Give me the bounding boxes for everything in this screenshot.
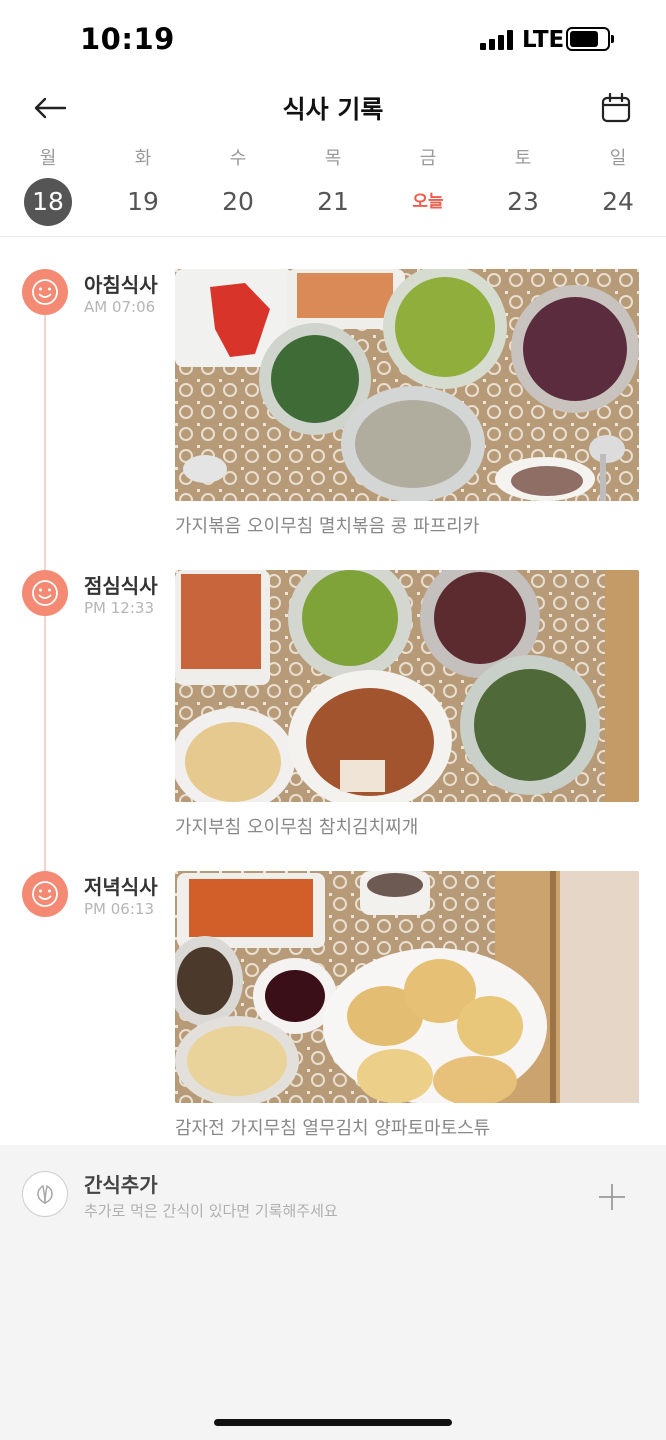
day-sat[interactable]: 토 23 [488,138,558,234]
plus-icon [599,1184,625,1210]
today-label: 오늘 [412,192,444,212]
meal-title: 저녁식사 [84,875,158,899]
day-date: 20 [222,187,254,216]
smile-icon [22,570,68,616]
meal-photo[interactable] [175,871,639,1103]
snack-subtitle: 추가로 먹은 간식이 있다면 기록해주세요 [84,1202,338,1220]
smile-icon [22,269,68,315]
day-of-week: 수 [229,148,247,169]
meal-title: 아침식사 [84,273,158,297]
meal-time: PM 06:13 [84,900,154,918]
meal-time: PM 12:33 [84,599,154,617]
meal-photo[interactable] [175,269,639,501]
day-tue[interactable]: 화 19 [108,138,178,234]
day-date: 18 [24,178,72,226]
day-sun[interactable]: 일 24 [583,138,653,234]
page-title: 식사 기록 [282,95,384,124]
day-date: 24 [602,187,634,216]
day-date: 23 [507,187,539,216]
header: 식사 기록 [0,80,666,136]
meal-time: AM 07:06 [84,298,156,316]
day-of-week: 금 [419,148,437,169]
leaf-icon [22,1171,68,1217]
day-wed[interactable]: 수 20 [203,138,273,234]
status-bar: 10:19 LTE [0,0,666,80]
meal-menu: 감자전 가지무침 열무김치 양파토마토스튜 [175,1118,491,1139]
divider [0,236,666,237]
meal-menu: 가지부침 오이무침 참치김치찌개 [175,817,419,838]
signal-icon [480,30,514,50]
meal-photo[interactable] [175,570,639,802]
add-snack-button[interactable] [590,1175,634,1219]
day-fri-today[interactable]: 금 오늘 [393,138,463,234]
week-strip: 월 18 화 19 수 20 목 21 금 오늘 토 23 일 24 [0,138,666,234]
day-date: 19 [127,187,159,216]
day-of-week: 토 [514,148,532,169]
battery-icon [566,27,614,51]
day-thu[interactable]: 목 21 [298,138,368,234]
meal-title: 점심식사 [84,574,158,598]
day-of-week: 일 [609,148,627,169]
meal-menu: 가지볶음 오이무침 멸치볶음 콩 파프리카 [175,516,480,537]
calendar-button[interactable] [596,88,636,128]
day-of-week: 화 [134,148,152,169]
network-label: LTE [522,27,565,53]
status-time: 10:19 [80,22,175,56]
day-of-week: 목 [324,148,342,169]
snack-title: 간식추가 [84,1173,158,1197]
day-mon[interactable]: 월 18 [13,138,83,234]
day-date: 21 [317,187,349,216]
smile-icon [22,871,68,917]
home-indicator[interactable] [214,1419,452,1426]
snack-section[interactable]: 간식추가 추가로 먹은 간식이 있다면 기록해주세요 [0,1145,666,1440]
day-of-week: 월 [39,148,57,169]
calendar-icon [601,92,631,123]
